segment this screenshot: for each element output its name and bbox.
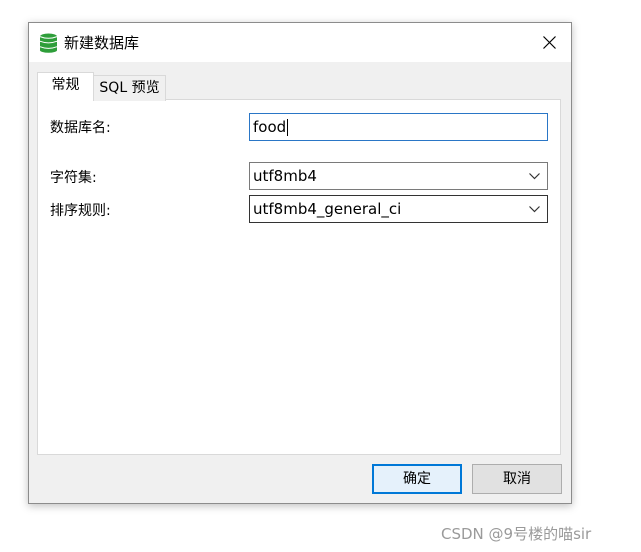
dialog-titlebar: 新建数据库 — [29, 23, 571, 62]
collation-select[interactable]: utf8mb4_general_ci — [249, 195, 548, 223]
collation-value: utf8mb4_general_ci — [253, 200, 402, 218]
database-name-input[interactable]: food — [249, 113, 548, 141]
dialog-title: 新建数据库 — [64, 34, 140, 52]
chevron-down-icon — [529, 206, 540, 213]
screen: 新建数据库 常规 SQL 预览 数据库名: food 字符集: utf8mb4 … — [0, 0, 641, 552]
charset-select[interactable]: utf8mb4 — [249, 162, 548, 190]
close-icon — [542, 36, 556, 49]
tab-general[interactable]: 常规 — [37, 72, 94, 100]
cancel-button[interactable]: 取消 — [472, 464, 562, 494]
collation-label: 排序规则: — [50, 203, 111, 219]
text-caret — [287, 118, 289, 136]
ok-button[interactable]: 确定 — [372, 464, 462, 494]
watermark: CSDN @9号楼的喵sir — [441, 525, 592, 543]
charset-value: utf8mb4 — [253, 167, 317, 185]
database-name-value: food — [253, 117, 287, 136]
new-database-dialog: 新建数据库 常规 SQL 预览 数据库名: food 字符集: utf8mb4 … — [28, 22, 572, 504]
close-button[interactable] — [527, 23, 571, 62]
charset-label: 字符集: — [50, 170, 97, 186]
database-name-label: 数据库名: — [50, 120, 111, 136]
tab-sql-preview[interactable]: SQL 预览 — [93, 75, 166, 101]
general-panel: 数据库名: food 字符集: utf8mb4 排序规则: utf8mb4_ge… — [37, 99, 561, 455]
chevron-down-icon — [529, 173, 540, 180]
database-icon — [39, 33, 58, 53]
